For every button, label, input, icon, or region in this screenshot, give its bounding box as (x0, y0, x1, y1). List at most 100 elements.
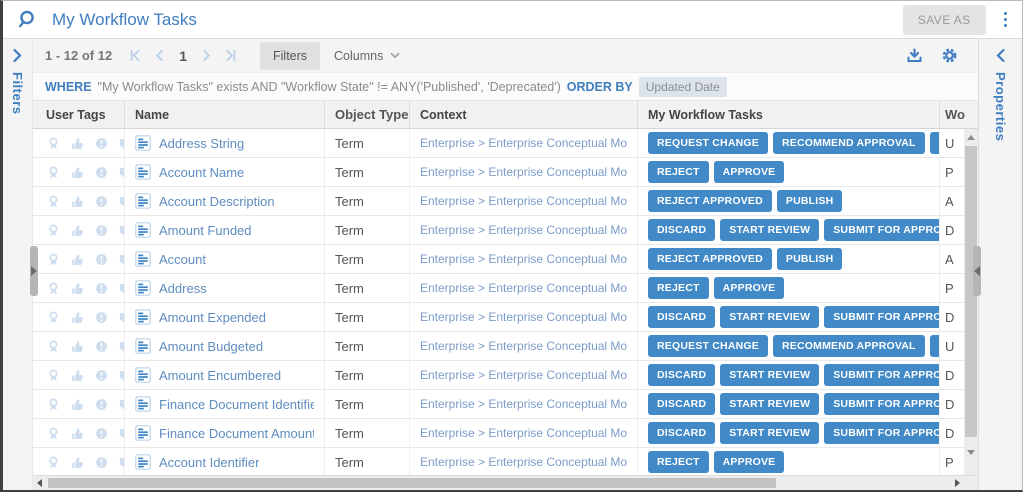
search-icon[interactable] (17, 9, 39, 31)
properties-panel-label[interactable]: Properties (993, 72, 1008, 141)
context-breadcrumb-link[interactable]: Enterprise > Enterprise Conceptual Model (420, 426, 627, 440)
ribbon-icon[interactable] (46, 223, 61, 238)
comment-icon[interactable] (118, 165, 125, 180)
table-row[interactable]: Account Term Enterprise > Enterprise Con… (33, 245, 978, 274)
term-name-link[interactable]: Finance Document Amount (159, 426, 314, 441)
exclamation-circle-icon[interactable] (94, 368, 109, 383)
table-row[interactable]: Address Term Enterprise > Enterprise Con… (33, 274, 978, 303)
ribbon-icon[interactable] (46, 165, 61, 180)
context-breadcrumb-link[interactable]: Enterprise > Enterprise Conceptual Model (420, 194, 627, 208)
column-header-name[interactable]: Name (125, 101, 325, 128)
comment-icon[interactable] (118, 281, 125, 296)
properties-panel-resize-handle[interactable] (973, 246, 981, 296)
download-icon[interactable] (906, 47, 923, 64)
workflow-action-button[interactable]: REJECT (648, 161, 709, 183)
workflow-action-button[interactable]: APPROVE (930, 132, 940, 154)
exclamation-circle-icon[interactable] (94, 455, 109, 470)
columns-dropdown[interactable]: Columns (334, 49, 400, 63)
context-breadcrumb-link[interactable]: Enterprise > Enterprise Conceptual Model (420, 223, 627, 237)
term-name-link[interactable]: Amount Funded (159, 223, 252, 238)
exclamation-circle-icon[interactable] (94, 426, 109, 441)
column-header-user-tags[interactable]: User Tags (33, 101, 125, 128)
workflow-action-button[interactable]: START REVIEW (720, 306, 819, 328)
term-name-link[interactable]: Amount Expended (159, 310, 266, 325)
column-header-wo[interactable]: Wo (940, 101, 978, 128)
workflow-action-button[interactable]: SUBMIT FOR APPROVAL (824, 393, 940, 415)
context-breadcrumb-link[interactable]: Enterprise > Enterprise Conceptual Model (420, 455, 627, 469)
workflow-action-button[interactable]: REJECT APPROVED (648, 190, 772, 212)
scroll-left-icon[interactable] (37, 479, 42, 487)
thumbs-up-icon[interactable] (70, 368, 85, 383)
thumbs-up-icon[interactable] (70, 136, 85, 151)
table-row[interactable]: Finance Document Amount Term Enterprise … (33, 419, 978, 448)
properties-panel-strip[interactable]: Properties (978, 39, 1022, 490)
workflow-action-button[interactable]: DISCARD (648, 306, 715, 328)
thumbs-up-icon[interactable] (70, 194, 85, 209)
column-header-object-type[interactable]: Object Type (325, 101, 410, 128)
workflow-action-button[interactable]: APPROVE (714, 277, 785, 299)
term-name-link[interactable]: Account Identifier (159, 455, 259, 470)
workflow-action-button[interactable]: DISCARD (648, 422, 715, 444)
ribbon-icon[interactable] (46, 368, 61, 383)
ribbon-icon[interactable] (46, 281, 61, 296)
last-page-icon[interactable] (219, 46, 244, 65)
workflow-action-button[interactable]: START REVIEW (720, 422, 819, 444)
expand-properties-chevron-icon[interactable] (995, 48, 1006, 63)
table-row[interactable]: Address String Term Enterprise > Enterpr… (33, 129, 978, 158)
table-row[interactable]: Account Name Term Enterprise > Enterpris… (33, 158, 978, 187)
context-breadcrumb-link[interactable]: Enterprise > Enterprise Conceptual Model (420, 310, 627, 324)
ribbon-icon[interactable] (46, 397, 61, 412)
table-row[interactable]: Finance Document Identifier Term Enterpr… (33, 390, 978, 419)
table-row[interactable]: Account Description Term Enterprise > En… (33, 187, 978, 216)
save-as-button[interactable]: SAVE AS (903, 5, 986, 35)
workflow-action-button[interactable]: SUBMIT FOR APPROVAL (824, 422, 940, 444)
table-row[interactable]: Amount Funded Term Enterprise > Enterpri… (33, 216, 978, 245)
comment-icon[interactable] (118, 136, 125, 151)
context-breadcrumb-link[interactable]: Enterprise > Enterprise Conceptual Model (420, 165, 627, 179)
thumbs-up-icon[interactable] (70, 252, 85, 267)
ribbon-icon[interactable] (46, 194, 61, 209)
exclamation-circle-icon[interactable] (94, 165, 109, 180)
table-row[interactable]: Amount Encumbered Term Enterprise > Ente… (33, 361, 978, 390)
expand-filters-chevron-icon[interactable] (12, 48, 23, 63)
previous-page-icon[interactable] (147, 46, 172, 65)
comment-icon[interactable] (118, 194, 125, 209)
context-breadcrumb-link[interactable]: Enterprise > Enterprise Conceptual Model (420, 368, 627, 382)
context-breadcrumb-link[interactable]: Enterprise > Enterprise Conceptual Model (420, 397, 627, 411)
context-breadcrumb-link[interactable]: Enterprise > Enterprise Conceptual Model (420, 339, 627, 353)
exclamation-circle-icon[interactable] (94, 194, 109, 209)
filters-panel-label[interactable]: Filters (10, 72, 25, 115)
term-name-link[interactable]: Address String (159, 136, 244, 151)
workflow-action-button[interactable]: REJECT APPROVED (648, 248, 772, 270)
scroll-right-icon[interactable] (955, 479, 960, 487)
vertical-scrollbar[interactable] (964, 129, 978, 475)
comment-icon[interactable] (118, 426, 125, 441)
comment-icon[interactable] (118, 223, 125, 238)
table-row[interactable]: Amount Budgeted Term Enterprise > Enterp… (33, 332, 978, 361)
workflow-action-button[interactable]: APPROVE (714, 161, 785, 183)
term-name-link[interactable]: Amount Encumbered (159, 368, 281, 383)
next-page-icon[interactable] (194, 46, 219, 65)
workflow-action-button[interactable]: PUBLISH (777, 190, 843, 212)
filters-panel-strip[interactable]: Filters (3, 39, 33, 490)
thumbs-up-icon[interactable] (70, 165, 85, 180)
comment-icon[interactable] (118, 252, 125, 267)
workflow-action-button[interactable]: REQUEST CHANGE (648, 132, 768, 154)
exclamation-circle-icon[interactable] (94, 281, 109, 296)
table-row[interactable]: Account Identifier Term Enterprise > Ent… (33, 448, 978, 475)
term-name-link[interactable]: Finance Document Identifier (159, 397, 314, 412)
table-row[interactable]: Amount Expended Term Enterprise > Enterp… (33, 303, 978, 332)
ribbon-icon[interactable] (46, 426, 61, 441)
workflow-action-button[interactable]: PUBLISH (777, 248, 843, 270)
column-header-my-workflow-tasks[interactable]: My Workflow Tasks (638, 101, 940, 128)
comment-icon[interactable] (118, 455, 125, 470)
term-name-link[interactable]: Amount Budgeted (159, 339, 263, 354)
scroll-down-icon[interactable] (967, 450, 975, 455)
first-page-icon[interactable] (122, 46, 147, 65)
comment-icon[interactable] (118, 339, 125, 354)
workflow-action-button[interactable]: DISCARD (648, 364, 715, 386)
workflow-action-button[interactable]: REJECT (648, 277, 709, 299)
workflow-action-button[interactable]: DISCARD (648, 393, 715, 415)
thumbs-up-icon[interactable] (70, 223, 85, 238)
workflow-action-button[interactable]: RECOMMEND APPROVAL (773, 132, 925, 154)
